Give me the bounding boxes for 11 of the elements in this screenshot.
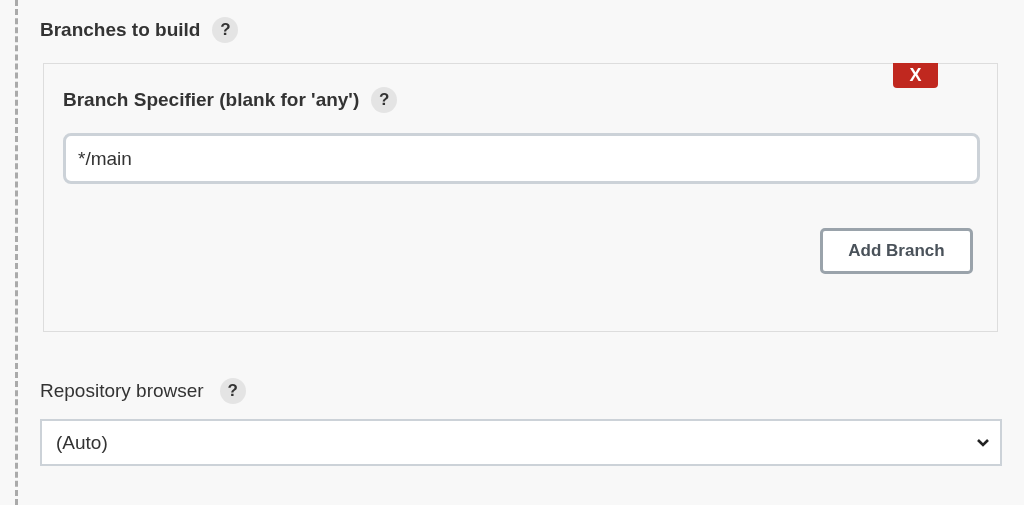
help-icon[interactable]: ? [371, 87, 398, 113]
field-label: Branch Specifier (blank for 'any') [63, 89, 360, 111]
chevron-down-icon [976, 437, 990, 448]
delete-button[interactable]: X [893, 63, 938, 88]
branch-input-field[interactable]: */main [63, 133, 980, 184]
repository-browser-select[interactable]: (Auto) [40, 419, 1002, 466]
help-icon[interactable]: ? [212, 17, 239, 43]
field-label: Repository browser [40, 380, 204, 402]
section-title: Branches to build [40, 19, 201, 41]
help-icon[interactable]: ? [219, 378, 246, 404]
add-branch-button[interactable]: Add Branch [820, 228, 973, 274]
